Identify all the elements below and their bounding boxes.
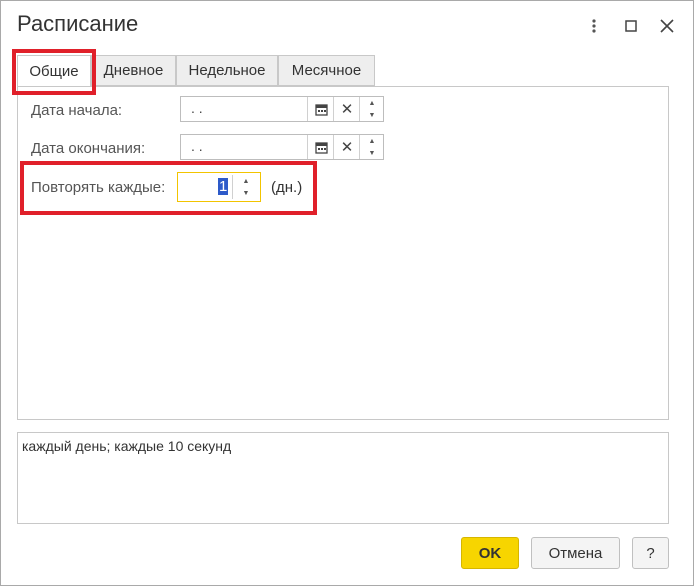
start-date-label: Дата начала: — [31, 102, 123, 119]
cancel-button[interactable]: Отмена — [531, 537, 620, 569]
schedule-description: каждый день; каждые 10 секунд — [17, 432, 669, 524]
tab-daily[interactable]: Дневное — [91, 55, 176, 86]
start-date-field[interactable]: . . ✕ ▲ ▼ — [180, 96, 384, 122]
maximize-icon[interactable] — [621, 15, 641, 37]
more-menu-icon[interactable] — [584, 15, 604, 37]
spin-down-icon[interactable]: ▼ — [360, 147, 384, 159]
description-text: каждый день; каждые 10 секунд — [22, 438, 232, 454]
dialog-title: Расписание — [17, 11, 139, 36]
tab-label: Месячное — [291, 62, 362, 79]
spin-down-icon[interactable]: ▼ — [360, 109, 384, 121]
close-icon[interactable] — [657, 15, 677, 37]
schedule-dialog: Расписание Общие Дневное Недельное Месяч… — [0, 0, 694, 586]
date-spinner[interactable]: ▲ ▼ — [359, 135, 384, 159]
clear-icon[interactable]: ✕ — [333, 97, 360, 121]
spin-up-icon[interactable]: ▲ — [360, 135, 384, 147]
tab-monthly[interactable]: Месячное — [278, 55, 375, 86]
general-tab-panel: Дата начала: . . ✕ ▲ ▼ Дата окончания: .… — [17, 86, 669, 420]
start-date-value[interactable]: . . — [191, 100, 203, 116]
highlight-box-repeat — [20, 161, 317, 215]
tab-label: Недельное — [188, 62, 266, 79]
calendar-icon[interactable] — [307, 135, 334, 159]
clear-icon[interactable]: ✕ — [333, 135, 360, 159]
calendar-icon[interactable] — [307, 97, 334, 121]
end-date-label: Дата окончания: — [31, 140, 146, 157]
end-date-field[interactable]: . . ✕ ▲ ▼ — [180, 134, 384, 160]
help-button[interactable]: ? — [632, 537, 669, 569]
date-spinner[interactable]: ▲ ▼ — [359, 97, 384, 121]
tab-label: Дневное — [103, 62, 164, 79]
ok-button[interactable]: OK — [461, 537, 519, 569]
spin-up-icon[interactable]: ▲ — [360, 97, 384, 109]
highlight-box-tab — [12, 49, 96, 95]
tab-weekly[interactable]: Недельное — [176, 55, 278, 86]
end-date-value[interactable]: . . — [191, 138, 203, 154]
